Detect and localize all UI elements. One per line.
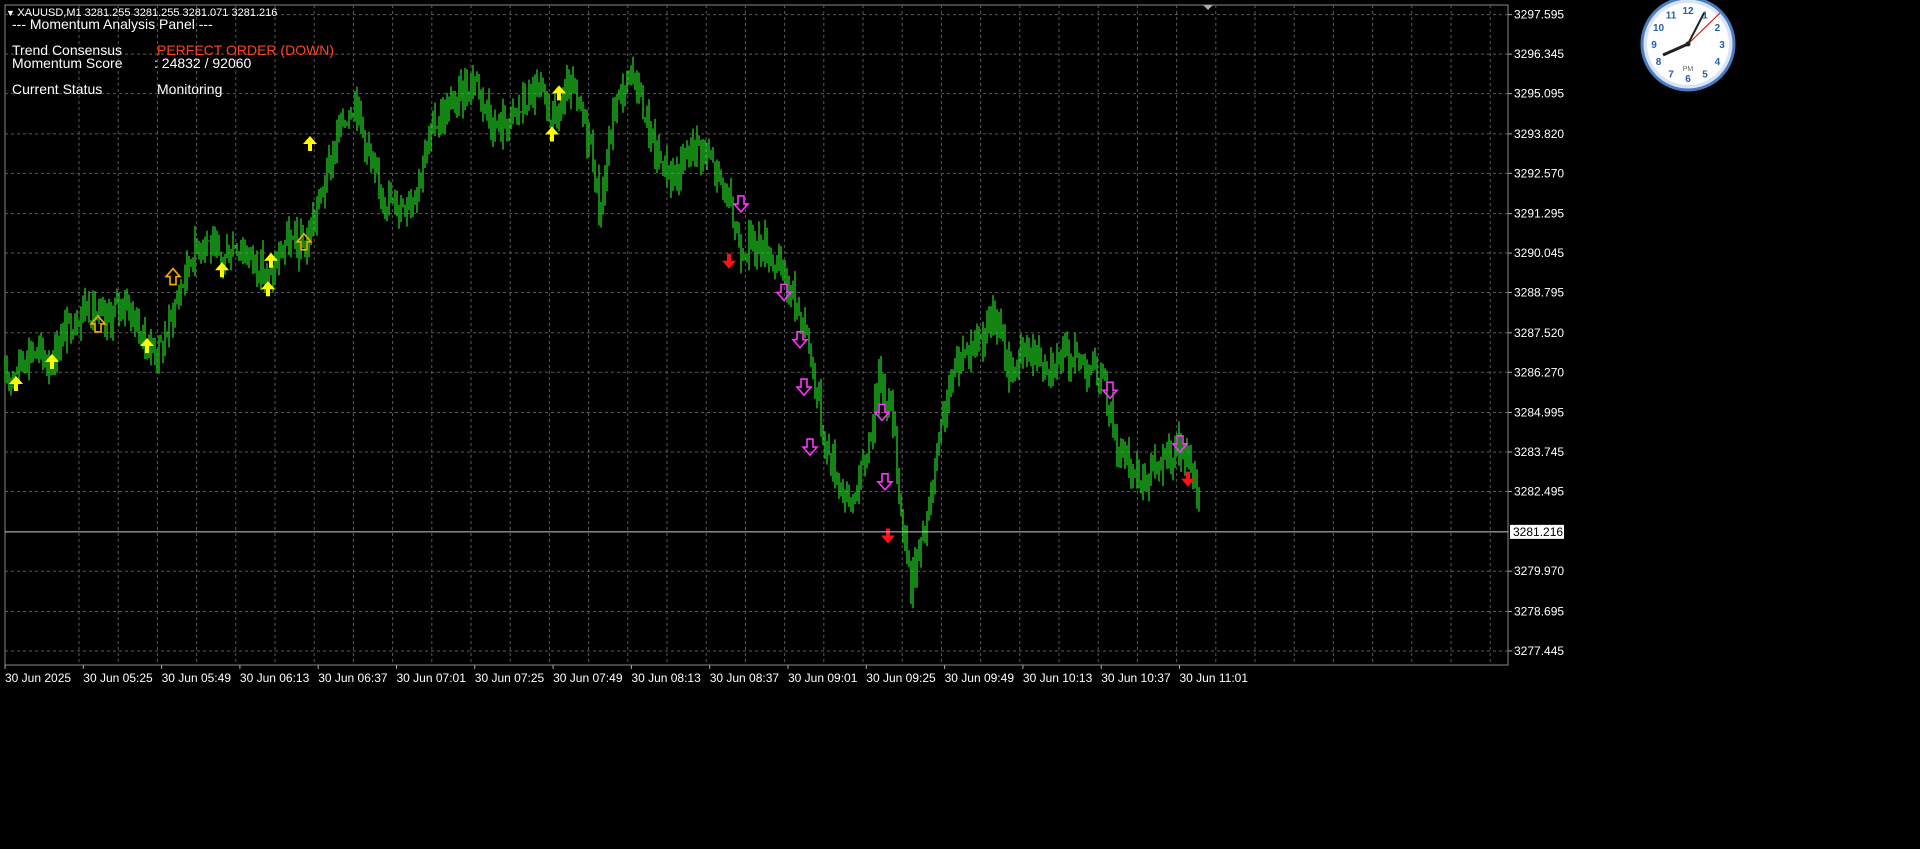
price-chart[interactable]: 3297.595 3296.345 3295.095 3293.820 3292.570… (0, 0, 1920, 844)
x-tick-label: 30 Jun 08:37 (710, 671, 780, 685)
y-tick-label: 3287.520 (1514, 326, 1564, 340)
y-tick-label: 3291.295 (1514, 207, 1564, 221)
x-tick-label: 30 Jun 08:13 (631, 671, 701, 685)
clock-number: 2 (1715, 23, 1721, 34)
y-tick-label: 3296.345 (1514, 47, 1564, 61)
clock-number: 10 (1653, 23, 1665, 34)
clock-number: 12 (1682, 6, 1694, 17)
analog-clock: 12 1234567891011 PM (1640, 0, 1736, 92)
clock-number: 8 (1656, 57, 1662, 68)
clock-number: 9 (1651, 40, 1657, 51)
y-tick-label: 3283.745 (1514, 445, 1564, 459)
x-tick-label: 30 Jun 05:25 (83, 671, 153, 685)
current-status-value: Monitoring (157, 81, 223, 97)
y-tick-label: 3279.970 (1514, 564, 1564, 578)
y-tick-label: 3297.595 (1514, 8, 1564, 22)
y-tick-label: 3282.495 (1514, 484, 1564, 498)
y-tick-label: 3278.695 (1514, 604, 1564, 618)
momentum-score-value: : 24832 / 92060 (154, 55, 252, 71)
current-status-label: Current Status (12, 81, 103, 97)
x-tick-label: 30 Jun 09:25 (866, 671, 936, 685)
y-tick-label: 3284.995 (1514, 406, 1564, 420)
momentum-score-label: Momentum Score (12, 55, 123, 71)
clock-ampm: PM (1683, 66, 1694, 73)
x-tick-label: 30 Jun 07:25 (475, 671, 545, 685)
clock-number: 7 (1668, 69, 1674, 80)
x-tick-label: 30 Jun 2025 (5, 671, 71, 685)
x-tick-label: 30 Jun 10:37 (1101, 671, 1171, 685)
x-tick-label: 30 Jun 05:49 (162, 671, 232, 685)
y-tick-label: 3290.045 (1514, 246, 1564, 260)
x-tick-label: 30 Jun 10:13 (1023, 671, 1093, 685)
y-tick-label: 3277.445 (1514, 644, 1564, 658)
panel-title: --- Momentum Analysis Panel --- (12, 16, 213, 32)
x-tick-label: 30 Jun 06:13 (240, 671, 310, 685)
clock-number: 11 (1666, 11, 1677, 22)
x-tick-label: 30 Jun 07:49 (553, 671, 623, 685)
clock-number: 3 (1719, 40, 1725, 51)
x-tick-label: 30 Jun 09:49 (945, 671, 1015, 685)
chart-canvas[interactable]: 3297.595 3296.345 3295.095 3293.820 3292.570… (0, 0, 1920, 844)
clock-number: 4 (1715, 57, 1721, 68)
current-price-label: 3281.216 (1513, 525, 1563, 539)
x-tick-label: 30 Jun 07:01 (397, 671, 467, 685)
y-tick-label: 3292.570 (1514, 166, 1564, 180)
x-tick-label: 30 Jun 11:01 (1180, 671, 1249, 685)
y-tick-label: 3293.820 (1514, 127, 1564, 141)
x-tick-label: 30 Jun 09:01 (788, 671, 858, 685)
y-tick-label: 3295.095 (1514, 87, 1564, 101)
clock-number: 5 (1702, 69, 1708, 80)
y-tick-label: 3286.270 (1514, 365, 1564, 379)
x-tick-label: 30 Jun 06:37 (318, 671, 388, 685)
clock-number: 6 (1685, 74, 1691, 85)
y-tick-label: 3288.795 (1514, 286, 1564, 300)
